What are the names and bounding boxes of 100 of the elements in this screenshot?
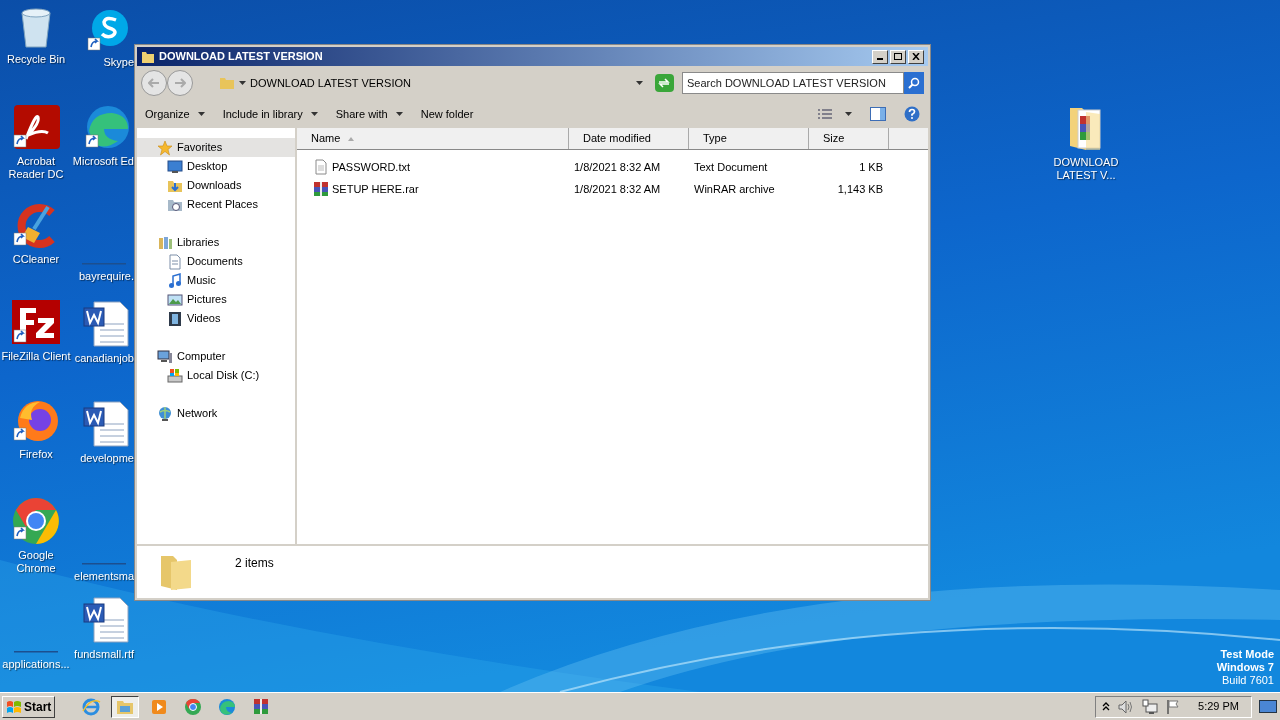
toolbar-button[interactable]: Organize xyxy=(141,103,209,125)
date-cell-text: 1/8/2021 8:32 AM xyxy=(573,181,662,197)
navigation-item[interactable]: Recent Places xyxy=(137,195,295,214)
close-button[interactable] xyxy=(908,49,924,64)
navigation-item[interactable]: Downloads xyxy=(137,176,295,195)
maximize-icon xyxy=(894,53,902,60)
navigation-item[interactable]: Pictures xyxy=(137,290,295,309)
type-cell-text: WinRAR archive xyxy=(693,181,776,197)
search-button[interactable] xyxy=(904,72,924,94)
chevron-up-icon[interactable] xyxy=(1102,701,1111,712)
date-cell-text: 1/8/2021 8:32 AM xyxy=(573,159,662,175)
icon-label[interactable]: developme xyxy=(80,452,134,465)
icon-label[interactable]: elementsma xyxy=(74,570,134,583)
system-watermark-text: Test Mode xyxy=(1220,648,1274,661)
speaker-icon[interactable] xyxy=(1118,699,1135,714)
monitor-icon xyxy=(1259,699,1277,714)
icon-label[interactable]: fundsmall.rtf xyxy=(74,648,134,661)
app-icon xyxy=(12,300,60,346)
forward-arrow-icon xyxy=(174,78,186,88)
navigation-label: Desktop xyxy=(187,159,228,175)
toolbar-button[interactable]: New folder xyxy=(416,103,478,125)
chat-app-icon xyxy=(86,8,130,52)
navigation-item[interactable]: Videos xyxy=(137,309,295,328)
address-path: DOWNLOAD LATEST VERSION xyxy=(250,75,412,91)
folder-icon xyxy=(141,49,155,64)
caret-icon xyxy=(845,112,852,116)
size-cell-text: 1,143 KB xyxy=(836,181,883,197)
navigation-item[interactable]: Music xyxy=(137,271,295,290)
system-watermark-text: Windows 7 xyxy=(1216,661,1274,674)
file-row[interactable]: PASSWORD.txt 1/8/2021 8:32 AM Text Document 1 KB xyxy=(297,156,928,178)
icon-label[interactable]: FileZilla Client xyxy=(0,350,72,363)
type-cell-text: Text Document xyxy=(693,159,769,175)
icon-label[interactable]: bayrequire. xyxy=(78,270,134,283)
browser-icon xyxy=(217,696,238,717)
navigation-item[interactable]: Local Disk (C:) xyxy=(137,366,295,385)
column-header[interactable]: Name xyxy=(297,128,569,149)
navigation-label: Network xyxy=(177,406,218,422)
taskbar-button[interactable] xyxy=(111,695,140,718)
item-count: 2 items xyxy=(235,555,274,572)
show-desktop-button[interactable] xyxy=(1258,697,1278,716)
navigation-item[interactable]: Network xyxy=(137,404,295,423)
star-icon xyxy=(157,139,173,156)
globe-icon xyxy=(157,405,173,422)
icon-label[interactable]: DOWNLOAD LATEST V... xyxy=(1050,156,1122,182)
back-arrow-icon xyxy=(148,78,160,88)
icon-label[interactable]: applications... xyxy=(0,658,72,671)
blank-file-icon xyxy=(14,650,58,654)
navigation-label: Pictures xyxy=(187,292,227,308)
refresh-icon xyxy=(658,78,671,88)
navigation-item[interactable]: Desktop xyxy=(137,157,295,176)
caret-icon xyxy=(635,81,643,85)
navigation-item[interactable]: Computer xyxy=(137,347,295,366)
navigation-item[interactable]: Documents xyxy=(137,252,295,271)
refresh-button[interactable] xyxy=(654,74,674,92)
file-row[interactable]: SETUP HERE.rar 1/8/2021 8:32 AM WinRAR archive 1,143 KB xyxy=(297,178,928,200)
search-field[interactable]: Search DOWNLOAD LATEST VERSION xyxy=(682,72,904,94)
icon-label[interactable]: Google Chrome xyxy=(0,549,72,575)
pdf-app-icon xyxy=(12,105,60,151)
icon-label[interactable]: Acrobat Reader DC xyxy=(0,155,72,181)
navigation-label: Computer xyxy=(177,349,226,365)
navigation-label: Favorites xyxy=(177,140,223,156)
document-icon xyxy=(167,253,183,270)
navigation-item[interactable]: Favorites xyxy=(137,138,295,157)
navigation-label: Recent Places xyxy=(187,197,258,213)
windows-logo-icon xyxy=(6,699,22,714)
icon-label[interactable]: Firefox xyxy=(0,448,72,461)
icon-label[interactable]: Microsoft Ed xyxy=(72,155,134,168)
column-header[interactable]: Date modified xyxy=(569,128,689,149)
archive-icon xyxy=(313,181,329,197)
caret-icon xyxy=(197,112,205,116)
navigation-label: Music xyxy=(187,273,216,289)
navigation-label: Downloads xyxy=(187,178,242,194)
toolbar-button[interactable]: Include in library xyxy=(218,103,322,125)
column-header[interactable]: Size xyxy=(809,128,889,149)
icon-label[interactable]: canadianjob xyxy=(74,352,134,365)
browser-icon xyxy=(84,105,130,151)
help-icon xyxy=(904,106,920,122)
sort-arrow-icon xyxy=(348,136,355,141)
flag-icon[interactable] xyxy=(1166,698,1181,715)
navigation-item[interactable]: Libraries xyxy=(137,233,295,252)
navigation-label: Libraries xyxy=(177,235,220,251)
column-header[interactable]: Type xyxy=(689,128,809,149)
pane-icon xyxy=(870,107,886,121)
document-icon xyxy=(82,300,130,348)
clock[interactable]: 5:29 PM xyxy=(1198,698,1239,715)
start-button[interactable]: Start xyxy=(2,695,56,718)
navigation-label: Local Disk (C:) xyxy=(187,368,260,384)
blank-file-icon xyxy=(82,562,126,566)
list-view-icon xyxy=(817,108,833,120)
browser-icon xyxy=(81,696,102,717)
icon-label[interactable]: CCleaner xyxy=(0,253,72,266)
picture-icon xyxy=(167,291,183,308)
icon-label[interactable]: Skype xyxy=(103,56,134,69)
toolbar-button[interactable]: Share with xyxy=(331,103,407,125)
drive-icon xyxy=(167,367,183,384)
maximize-button[interactable] xyxy=(890,49,906,64)
network-icon[interactable] xyxy=(1142,698,1159,715)
minimize-button[interactable] xyxy=(872,49,888,64)
icon-label[interactable]: Recycle Bin xyxy=(0,53,72,66)
search-icon xyxy=(908,77,920,89)
